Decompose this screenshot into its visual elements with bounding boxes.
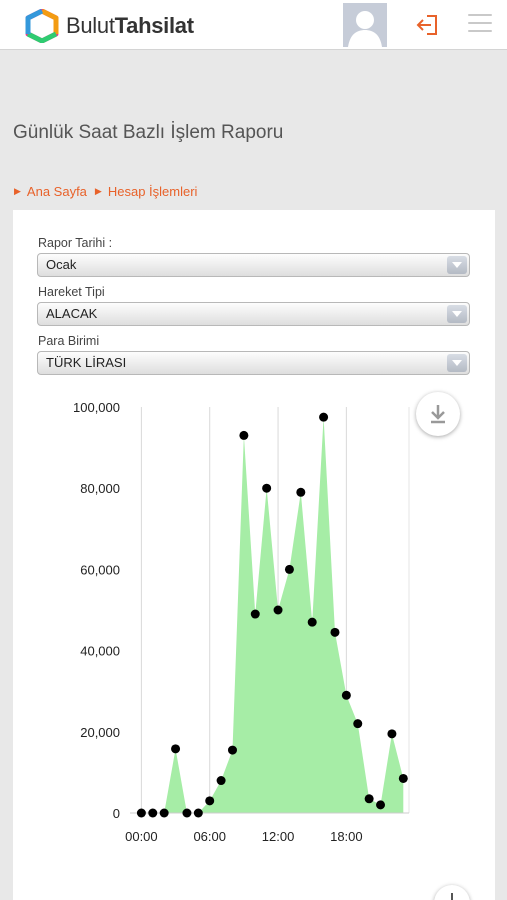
data-point bbox=[171, 744, 181, 754]
area-series bbox=[141, 417, 404, 813]
data-point bbox=[284, 564, 294, 574]
data-point bbox=[136, 808, 146, 818]
x-tick-label: 00:00 bbox=[125, 829, 158, 844]
data-point bbox=[341, 690, 351, 700]
data-point bbox=[376, 800, 386, 810]
data-point bbox=[387, 729, 397, 739]
data-point bbox=[148, 808, 158, 818]
download-button[interactable] bbox=[416, 392, 460, 436]
x-tick-label: 18:00 bbox=[330, 829, 363, 844]
data-point bbox=[159, 808, 169, 818]
data-point bbox=[193, 808, 203, 818]
plus-icon bbox=[451, 893, 453, 900]
data-point bbox=[239, 430, 249, 440]
hourly-transaction-chart: 0 20,000 40,000 60,000 80,000 100,000 00:00 06:… bbox=[73, 400, 410, 844]
y-tick-label: 60,000 bbox=[80, 562, 120, 577]
y-tick-label: 20,000 bbox=[80, 725, 120, 740]
x-tick-label: 12:00 bbox=[262, 829, 295, 844]
y-tick-label: 100,000 bbox=[73, 400, 120, 415]
data-point bbox=[262, 483, 272, 493]
data-point bbox=[364, 794, 374, 804]
data-point bbox=[273, 605, 283, 615]
data-point bbox=[398, 773, 408, 783]
download-icon bbox=[431, 405, 445, 424]
data-point bbox=[227, 745, 237, 755]
data-point bbox=[296, 487, 306, 497]
y-tick-label: 0 bbox=[113, 806, 120, 821]
data-point bbox=[319, 412, 329, 422]
data-point bbox=[205, 796, 215, 806]
chart-container: 0 20,000 40,000 60,000 80,000 100,000 00:00 06:… bbox=[0, 0, 507, 900]
zoom-button[interactable] bbox=[434, 885, 470, 900]
data-point bbox=[353, 719, 363, 729]
data-point bbox=[330, 627, 340, 637]
y-tick-label: 80,000 bbox=[80, 481, 120, 496]
y-tick-label: 40,000 bbox=[80, 644, 120, 659]
x-tick-label: 06:00 bbox=[193, 829, 226, 844]
data-point bbox=[250, 609, 260, 619]
data-point bbox=[216, 776, 226, 786]
data-point bbox=[307, 617, 317, 627]
data-point bbox=[182, 808, 192, 818]
